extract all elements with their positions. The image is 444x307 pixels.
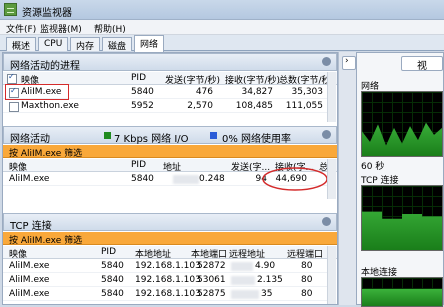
tcp-local-address: 192.168.1.103: [135, 289, 201, 299]
col-pid[interactable]: PID: [131, 160, 146, 170]
col-recv[interactable]: 接收(字节/秒): [225, 73, 280, 86]
tab-network[interactable]: 网络: [134, 35, 165, 52]
tcp-local-port: 52875: [197, 289, 226, 299]
activity-scrollbar[interactable]: [327, 159, 336, 199]
table-row[interactable]: AliIM.exe 5840 192.168.1.103 53061 2.135…: [3, 274, 329, 287]
graph-time-caption: 60 秒: [361, 162, 385, 172]
network-activity-title: 网络活动: [10, 134, 50, 145]
local-connection-graph: [361, 277, 443, 307]
tcp-pid: 5840: [101, 289, 124, 299]
tcp-filter-bar: 按 AliIM.exe 筛选: [3, 232, 337, 246]
select-all-checkbox[interactable]: [7, 72, 17, 84]
redacted-address: [231, 262, 253, 271]
tcp-remote-port: 80: [301, 275, 313, 285]
tcp-name: AliIM.exe: [9, 289, 50, 299]
col-send[interactable]: 发送(字节/秒): [165, 73, 220, 86]
activity-filter-text: 按 AliIM.exe 筛选: [9, 149, 83, 159]
processes-section-header[interactable]: 网络活动的进程: [3, 53, 337, 72]
resource-monitor-icon: [4, 3, 17, 16]
table-row[interactable]: AliIM.exe 5840 476 34,827 35,303: [3, 84, 329, 100]
tcp-remote-address: 4.90: [255, 261, 276, 271]
activity-address: 0.248: [199, 174, 225, 184]
tab-cpu[interactable]: CPU: [38, 37, 69, 51]
tcp-local-address: 192.168.1.103: [135, 261, 201, 271]
process-pid: 5952: [131, 101, 154, 111]
col-image[interactable]: 映像: [9, 247, 27, 260]
row-checkbox[interactable]: [9, 102, 19, 112]
processes-section-title: 网络活动的进程: [10, 61, 80, 72]
col-remote-port[interactable]: 远程端口: [287, 247, 323, 260]
tcp-pid: 5840: [101, 275, 124, 285]
process-total: 35,303: [291, 87, 324, 97]
table-row[interactable]: AliIM.exe 5840 192.168.1.103 52872 4.90 …: [3, 260, 329, 273]
tcp-column-header: 映像 PID 本地地址 本地端口 远程地址 远程端口: [3, 246, 337, 260]
menu-monitor[interactable]: 监视器(M): [40, 22, 82, 35]
process-send: 476: [195, 87, 213, 97]
tcp-local-port: 52872: [197, 261, 226, 271]
activity-pid: 5840: [131, 174, 154, 184]
collapse-icon[interactable]: [322, 130, 331, 139]
process-send: 2,570: [187, 101, 213, 111]
window-title: 资源监视器: [22, 8, 72, 19]
tcp-remote-port: 80: [301, 261, 313, 271]
tab-disk[interactable]: 磁盘: [102, 37, 133, 52]
pane-splitter[interactable]: ›: [338, 52, 356, 305]
collapse-pane-button[interactable]: ›: [342, 56, 356, 70]
col-pid[interactable]: PID: [101, 247, 116, 257]
table-row[interactable]: AliIM.exe 5840 192.168.1.103 52875 35 80: [3, 288, 329, 301]
col-address[interactable]: 地址: [163, 160, 181, 173]
row-checkbox[interactable]: [9, 86, 19, 98]
tab-memory[interactable]: 内存: [70, 37, 101, 52]
process-recv: 34,827: [241, 87, 274, 97]
tcp-section-title: TCP 连接: [10, 221, 52, 232]
col-total[interactable]: 总数(字节/秒): [279, 73, 334, 86]
tcp-remote-address: 2.135: [257, 275, 283, 285]
tcp-name: AliIM.exe: [9, 275, 50, 285]
arrow-right-icon: ›: [345, 56, 349, 66]
tcp-scrollbar[interactable]: [327, 246, 336, 304]
graph-panel: 视 网络 60 秒 TCP 连接 本地连接: [356, 52, 444, 307]
network-graph: [361, 91, 443, 157]
table-row[interactable]: Maxthon.exe 5952 2,570 108,485 111,055: [3, 100, 329, 113]
tab-overview[interactable]: 概述: [6, 37, 37, 52]
activity-name: AliIM.exe: [9, 174, 50, 184]
process-pid: 5840: [131, 87, 154, 97]
network-activity-header[interactable]: 网络活动 7 Kbps 网络 I/O 0% 网络使用率: [3, 126, 337, 145]
utilization-legend-icon: [210, 132, 217, 139]
utilization-label: 0% 网络使用率: [222, 134, 292, 145]
tcp-section-header[interactable]: TCP 连接: [3, 213, 337, 232]
tcp-name: AliIM.exe: [9, 261, 50, 271]
redacted-address: [231, 276, 255, 285]
tcp-pid: 5840: [101, 261, 124, 271]
red-circle-annotation: [262, 167, 328, 191]
tcp-local-address: 192.168.1.103: [135, 275, 201, 285]
redacted-address: [173, 175, 199, 184]
process-total: 111,055: [285, 101, 323, 111]
tcp-local-port: 53061: [197, 275, 226, 285]
collapse-icon[interactable]: [322, 57, 331, 66]
process-name: Maxthon.exe: [21, 101, 79, 111]
tcp-remote-port: 80: [301, 289, 313, 299]
col-local-port[interactable]: 本地端口: [191, 247, 227, 260]
col-remote-address[interactable]: 远程地址: [229, 247, 265, 260]
process-name: AliIM.exe: [21, 87, 62, 97]
tcp-filter-text: 按 AliIM.exe 筛选: [9, 236, 83, 246]
network-main-panel: 网络活动的进程 映像 PID 发送(字节/秒) 接收(字节/秒) 总数(字节/秒…: [2, 52, 338, 305]
tcp-remote-address: 35: [261, 289, 273, 299]
redacted-address: [231, 290, 259, 299]
io-legend-icon: [104, 132, 111, 139]
activity-filter-bar: 按 AliIM.exe 筛选: [3, 145, 337, 159]
process-recv: 108,485: [235, 101, 273, 111]
menu-file[interactable]: 文件(F): [6, 22, 36, 35]
tcp-connections-graph: [361, 185, 443, 251]
col-image[interactable]: 映像: [9, 160, 27, 173]
col-pid[interactable]: PID: [131, 73, 146, 83]
io-label: 7 Kbps 网络 I/O: [114, 134, 189, 145]
processes-scrollbar[interactable]: [327, 72, 336, 122]
collapse-icon[interactable]: [322, 217, 331, 226]
views-button[interactable]: 视: [401, 56, 443, 72]
col-local-address[interactable]: 本地地址: [135, 247, 171, 260]
menu-help[interactable]: 帮助(H): [94, 22, 126, 35]
